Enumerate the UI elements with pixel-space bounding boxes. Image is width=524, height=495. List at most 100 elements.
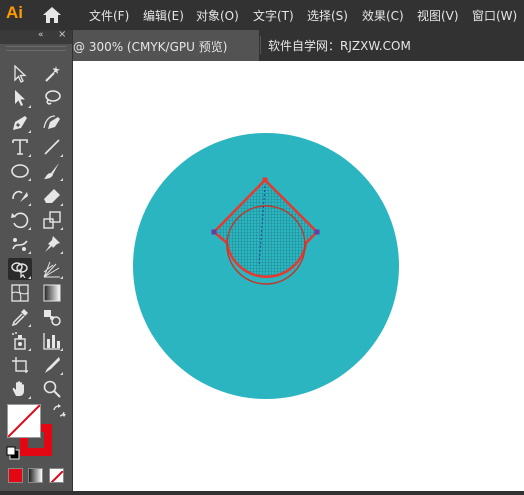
slice-tool[interactable] xyxy=(40,354,64,376)
tool-group-indicator xyxy=(60,348,63,351)
paintbrush-tool[interactable] xyxy=(40,160,64,182)
default-fill-stroke-icon[interactable] xyxy=(6,446,20,460)
shape-builder-icon xyxy=(11,262,28,278)
type-tool[interactable] xyxy=(8,136,32,158)
none-slash-icon xyxy=(50,470,63,482)
column-graph-tool[interactable] xyxy=(40,330,64,352)
lasso-icon xyxy=(45,90,61,105)
mesh-tool[interactable] xyxy=(8,282,32,304)
scale-tool[interactable] xyxy=(40,209,64,231)
type-t-icon xyxy=(12,139,28,155)
tool-group-indicator xyxy=(28,105,31,108)
zoom-tool[interactable] xyxy=(40,378,64,400)
shaper-icon xyxy=(12,190,28,202)
tool-group-indicator xyxy=(60,203,63,206)
tool-group-indicator xyxy=(60,227,63,230)
tool-group-indicator xyxy=(28,227,31,230)
paintbrush-icon xyxy=(44,163,59,179)
tool-group-indicator xyxy=(28,324,31,327)
tool-group-indicator xyxy=(60,251,63,254)
collapse-panel-button[interactable]: « xyxy=(38,30,44,40)
selection-tool[interactable] xyxy=(8,63,32,85)
menu-select[interactable]: 选择(S) xyxy=(307,7,348,24)
puppet-warp-tool[interactable] xyxy=(8,233,32,255)
menu-type[interactable]: 文字(T) xyxy=(253,7,294,24)
menu-effect[interactable]: 效果(C) xyxy=(362,7,404,24)
shaper-tool[interactable] xyxy=(8,185,32,207)
artboard-icon xyxy=(12,357,28,373)
none-mode-button[interactable] xyxy=(49,468,64,483)
artboard-tool[interactable] xyxy=(8,354,32,376)
line-segment-tool[interactable] xyxy=(40,136,64,158)
tool-group-indicator xyxy=(28,178,31,181)
lasso-tool[interactable] xyxy=(40,87,64,109)
slice-knife-icon xyxy=(45,357,60,373)
ellipse-tool[interactable] xyxy=(8,160,32,182)
watermark-text: 软件自学网：RJZXW.COM xyxy=(268,39,411,53)
tool-group-indicator xyxy=(60,178,63,181)
home-icon[interactable] xyxy=(42,6,62,24)
scale-icon xyxy=(43,211,61,229)
panel-grip[interactable] xyxy=(6,46,66,51)
menu-bar: Ai 文件(F) 编辑(E) 对象(O) 文字(T) 选择(S) 效果(C) 视… xyxy=(0,0,524,30)
tool-group-indicator xyxy=(60,154,63,157)
hand-icon xyxy=(12,381,24,396)
shape-builder-tool[interactable] xyxy=(8,258,32,280)
rotate-icon xyxy=(11,212,29,229)
perspective-grid-icon xyxy=(43,261,60,278)
menu-file[interactable]: 文件(F) xyxy=(89,7,129,24)
menu-window[interactable]: 窗口(W) xyxy=(472,7,517,24)
rotate-tool[interactable] xyxy=(8,209,32,231)
perspective-grid-tool[interactable] xyxy=(40,258,64,280)
eraser-tool[interactable] xyxy=(40,185,64,207)
gradient-icon xyxy=(43,284,61,302)
menu-view[interactable]: 视图(V) xyxy=(417,7,459,24)
pin-icon xyxy=(45,236,60,252)
tool-group-indicator xyxy=(28,203,31,206)
gradient-mode-button[interactable] xyxy=(28,468,43,483)
pen-nib-icon xyxy=(13,116,27,130)
mesh-icon xyxy=(11,284,29,302)
puppet-warp-icon xyxy=(12,238,28,251)
color-mode-button[interactable] xyxy=(8,468,23,483)
tool-group-indicator xyxy=(28,348,31,351)
swap-fill-stroke-icon[interactable] xyxy=(52,404,66,418)
zoom-magnifier-icon xyxy=(43,380,61,398)
document-tab-active[interactable]: @ 300% (CMYK/GPU 预览) xyxy=(73,30,259,61)
tool-group-indicator xyxy=(28,396,31,399)
blend-tool[interactable] xyxy=(40,306,64,328)
anchor-point[interactable] xyxy=(211,229,217,235)
pen-tool[interactable] xyxy=(8,112,32,134)
curvature-tool[interactable] xyxy=(40,112,64,134)
close-panel-button[interactable]: × xyxy=(58,29,66,40)
artboard-canvas[interactable] xyxy=(73,61,524,491)
anchor-point[interactable] xyxy=(314,229,320,235)
tool-group-indicator xyxy=(28,130,31,133)
eraser-icon xyxy=(44,189,60,203)
selection-arrow-icon xyxy=(14,65,27,83)
gradient-tool[interactable] xyxy=(40,282,64,304)
magic-wand-icon xyxy=(45,66,60,82)
direct-selection-arrow-icon xyxy=(15,90,25,106)
line-segment-icon xyxy=(44,139,60,155)
direct-selection-tool[interactable] xyxy=(8,87,32,109)
tool-group-indicator xyxy=(28,154,31,157)
tools-panel-header[interactable]: « × xyxy=(0,29,72,44)
document-tab-label: @ 300% (CMYK/GPU 预览) xyxy=(73,40,228,54)
anchor-point[interactable] xyxy=(262,177,268,183)
tool-group-indicator xyxy=(28,276,31,279)
menu-edit[interactable]: 编辑(E) xyxy=(143,7,184,24)
pin-tool[interactable] xyxy=(40,233,64,255)
eyedropper-tool[interactable] xyxy=(8,306,32,328)
tab-divider xyxy=(260,36,261,54)
tool-group-indicator xyxy=(60,276,63,279)
hand-tool[interactable] xyxy=(8,378,32,400)
column-graph-icon xyxy=(43,333,60,350)
tool-group-indicator xyxy=(28,251,31,254)
no-fill-slash-icon xyxy=(8,405,40,437)
symbol-sprayer-icon xyxy=(12,332,26,350)
menu-object[interactable]: 对象(O) xyxy=(196,7,239,24)
fill-color-swatch[interactable] xyxy=(7,404,41,438)
symbol-sprayer-tool[interactable] xyxy=(8,330,32,352)
magic-wand-tool[interactable] xyxy=(40,63,64,85)
